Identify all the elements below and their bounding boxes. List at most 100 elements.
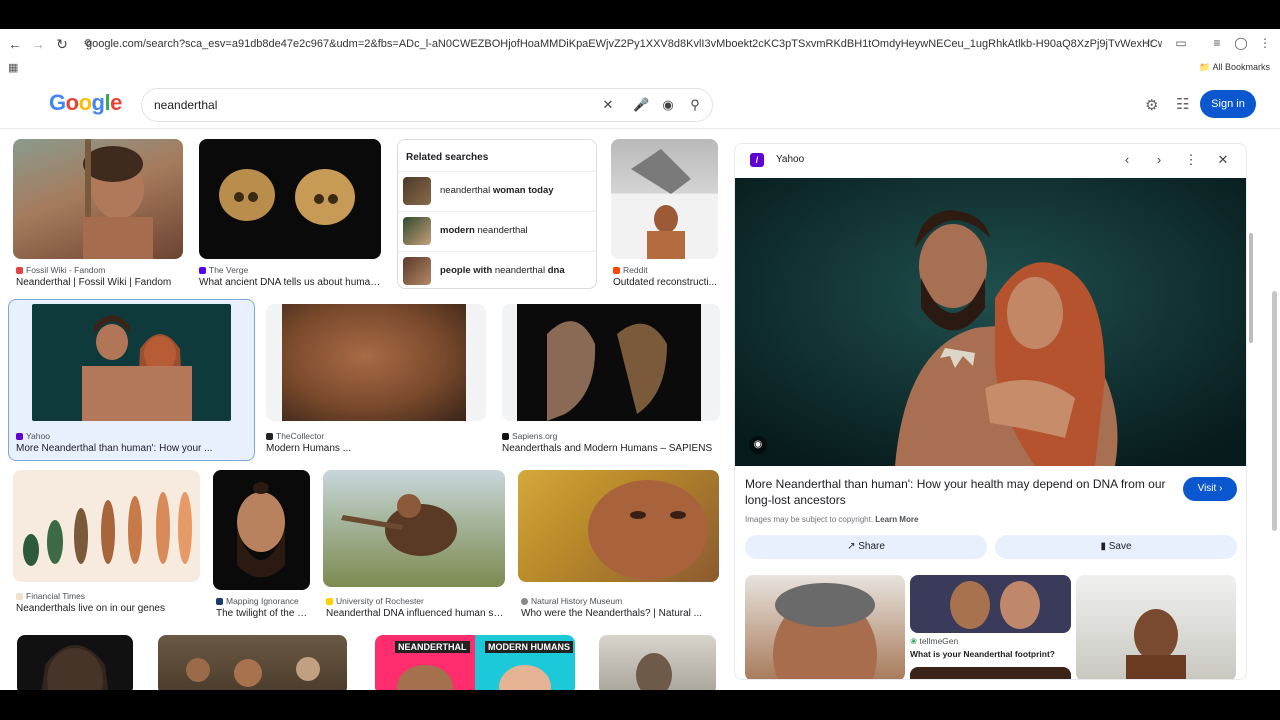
address-bar[interactable]: google.com/search?sca_esv=a91db8de47e2c9… — [86, 34, 1162, 54]
related-thumb[interactable] — [910, 667, 1071, 679]
reload-icon[interactable]: ↻ — [52, 34, 72, 54]
source-label: Fossil Wiki - Fandom — [26, 265, 106, 275]
google-logo[interactable]: Google — [49, 90, 122, 116]
related-item[interactable]: people with neanderthal dna — [398, 251, 596, 291]
result-title[interactable]: Modern Humans ... — [266, 443, 476, 454]
result-image[interactable] — [599, 635, 716, 690]
learn-more-link[interactable]: Learn More — [875, 515, 918, 524]
result-title[interactable]: Neanderthals and Modern Humans – SAPIENS — [502, 443, 720, 454]
all-bookmarks-button[interactable]: 📁 All Bookmarks — [1199, 62, 1270, 73]
thumb-title[interactable]: What is your Neanderthal footprint? — [910, 649, 1055, 659]
result-source: The Verge — [199, 265, 248, 275]
result-source: TheCollector — [266, 431, 324, 441]
source-label: Financial Times — [26, 591, 86, 601]
result-image[interactable]: NEANDERTHAL MODERN HUMANS — [375, 635, 575, 690]
apps-grid-icon[interactable]: ▦ — [8, 61, 18, 74]
previous-icon[interactable]: ‹ — [1119, 152, 1135, 168]
result-image[interactable] — [518, 470, 719, 582]
image-results-grid: Fossil Wiki - Fandom Neanderthal | Fossi… — [0, 129, 730, 690]
yahoo-favicon-icon: / — [750, 153, 764, 167]
result-image[interactable] — [32, 304, 231, 421]
favicon-icon — [326, 598, 333, 605]
reading-list-icon[interactable]: ≡ — [1208, 34, 1226, 52]
result-image[interactable] — [13, 470, 200, 582]
source-label: Mapping Ignorance — [226, 596, 299, 606]
profile-icon[interactable]: ◯ — [1232, 34, 1250, 52]
result-image[interactable] — [266, 304, 486, 421]
panel-source[interactable]: Yahoo — [776, 154, 804, 165]
next-icon[interactable]: › — [1151, 152, 1167, 168]
clear-icon[interactable]: ✕ — [600, 97, 616, 113]
share-button[interactable]: ↗ Share — [745, 535, 987, 559]
result-image[interactable] — [158, 635, 347, 690]
favicon-icon — [16, 267, 23, 274]
result-image[interactable] — [13, 139, 183, 259]
result-title[interactable]: Neanderthals live on in our genes — [16, 603, 201, 614]
result-title[interactable]: The twilight of the n... — [216, 608, 311, 619]
save-button[interactable]: ▮ Save — [995, 535, 1237, 559]
search-box[interactable]: neanderthal ✕ 🎤 ◉ ⚲ — [141, 88, 713, 122]
logo-letter: e — [110, 90, 122, 115]
more-options-icon[interactable]: ⋮ — [1183, 152, 1199, 168]
cast-icon[interactable]: ▭ — [1172, 34, 1190, 52]
thumb-source-label: tellmeGen — [919, 636, 959, 646]
result-image[interactable] — [323, 470, 505, 587]
search-input[interactable]: neanderthal — [154, 98, 217, 112]
related-heading: Related searches — [406, 152, 489, 163]
source-label: TheCollector — [276, 431, 325, 441]
related-plain: neanderthal — [474, 225, 528, 236]
result-image[interactable] — [213, 470, 310, 590]
related-item[interactable]: neanderthal woman today — [398, 171, 596, 211]
settings-gear-icon[interactable]: ⚙ — [1145, 96, 1158, 114]
result-title[interactable]: More Neanderthal than human': How your .… — [16, 443, 236, 454]
image-content — [282, 304, 466, 421]
panel-scroll-thumb[interactable] — [1249, 233, 1253, 343]
related-thumb — [403, 257, 431, 285]
favicon-icon — [16, 593, 23, 600]
visit-button[interactable]: Visit › — [1183, 477, 1237, 501]
logo-letter: G — [49, 90, 66, 115]
menu-dots-icon[interactable]: ⋮ — [1256, 34, 1274, 52]
close-icon[interactable]: ✕ — [1215, 152, 1231, 168]
browser-chrome: ← → ↻ ⚙ google.com/search?sca_esv=a91db8… — [0, 29, 1280, 81]
result-title[interactable]: Neanderthal | Fossil Wiki | Fandom — [16, 277, 186, 288]
result-title[interactable]: What ancient DNA tells us about humans..… — [199, 277, 381, 288]
apps-icon[interactable]: ☷ — [1176, 95, 1189, 113]
related-thumb[interactable] — [910, 575, 1071, 633]
result-title[interactable]: Who were the Neanderthals? | Natural ... — [521, 608, 719, 619]
source-label: Yahoo — [26, 431, 50, 441]
image-preview-panel: / Yahoo ‹ › ⋮ ✕ ◉ More Neanderthal than … — [734, 143, 1247, 680]
favicon-icon — [613, 267, 620, 274]
result-image[interactable] — [611, 139, 718, 259]
lens-icon[interactable]: ◉ — [660, 97, 676, 113]
related-text: modern neanderthal — [440, 225, 528, 236]
result-image[interactable] — [17, 635, 133, 690]
result-image[interactable] — [199, 139, 381, 259]
favicon-icon — [521, 598, 528, 605]
back-icon[interactable]: ← — [5, 34, 25, 54]
related-thumb[interactable] — [1076, 575, 1236, 679]
sign-in-button[interactable]: Sign in — [1200, 90, 1256, 118]
result-title[interactable]: Neanderthal DNA influenced human sur... — [326, 608, 506, 619]
related-thumb — [403, 177, 431, 205]
search-icon[interactable]: ⚲ — [687, 97, 703, 113]
page-scroll-thumb[interactable] — [1272, 291, 1277, 531]
lens-search-icon[interactable]: ◉ — [749, 436, 767, 454]
visit-label: Visit — [1197, 483, 1217, 494]
result-title[interactable]: Outdated reconstructi... — [613, 277, 718, 288]
logo-letter: g — [91, 90, 105, 115]
forward-icon[interactable]: → — [28, 34, 48, 54]
related-thumb[interactable] — [745, 575, 905, 679]
panel-scrollbar[interactable] — [1247, 143, 1255, 680]
result-source: Sapiens.org — [502, 431, 557, 441]
result-image[interactable] — [502, 304, 720, 421]
tellmegen-icon: ❀ — [910, 636, 918, 646]
panel-title[interactable]: More Neanderthal than human': How your h… — [745, 476, 1175, 508]
copyright-text: Images may be subject to copyright. — [745, 515, 874, 524]
preview-image[interactable]: ◉ — [735, 178, 1246, 466]
result-source: Mapping Ignorance — [216, 596, 299, 606]
related-item[interactable]: modern neanderthal — [398, 211, 596, 251]
logo-letter: o — [78, 90, 92, 115]
bookmark-star-icon[interactable]: ☆ — [1140, 34, 1158, 52]
mic-icon[interactable]: 🎤 — [633, 97, 649, 113]
